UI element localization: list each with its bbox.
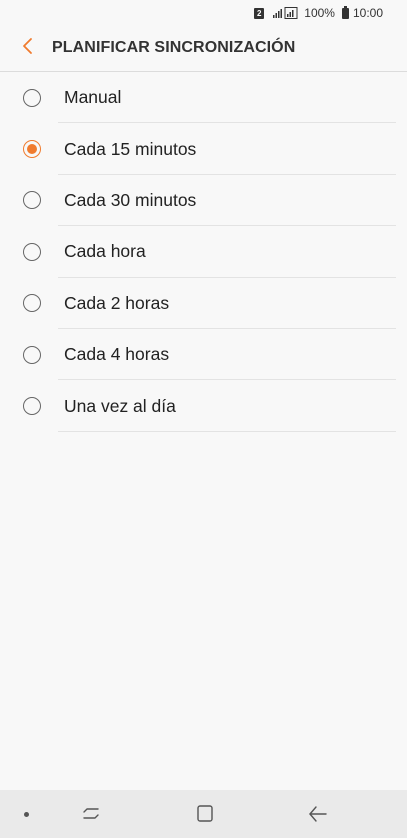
option-once-a-day[interactable]: Una vez al día [0, 380, 407, 432]
option-label: Manual [64, 87, 122, 108]
signal-icon [272, 7, 300, 19]
radio-button[interactable] [23, 88, 41, 107]
status-bar: 2 100% 10:00 [0, 0, 407, 26]
chevron-left-icon [22, 37, 34, 60]
navigation-bar [0, 790, 407, 838]
clock: 10:00 [352, 6, 383, 20]
option-every-2-hours[interactable]: Cada 2 horas [0, 278, 407, 329]
back-arrow-icon[interactable] [306, 804, 330, 824]
radio-button[interactable] [23, 397, 41, 416]
radio-button[interactable] [23, 294, 41, 313]
divider [58, 430, 396, 432]
option-label: Cada 15 minutos [64, 138, 197, 159]
option-every-15-minutes[interactable]: Cada 15 minutos [0, 123, 407, 175]
dot-icon[interactable] [24, 812, 29, 817]
option-label: Una vez al día [64, 395, 176, 416]
option-manual[interactable]: Manual [0, 72, 407, 124]
sync-option-list: Manual Cada 15 minutos Cada 30 minutos C… [0, 72, 407, 432]
page-title: PLANIFICAR SINCRONIZACIÓN [52, 39, 296, 56]
option-label: Cada 4 horas [64, 344, 170, 365]
back-button[interactable] [4, 26, 52, 70]
radio-button[interactable] [23, 345, 41, 364]
option-label: Cada 2 horas [64, 292, 170, 313]
radio-button[interactable] [23, 242, 41, 261]
battery-percent: 100% [304, 6, 335, 20]
radio-button[interactable] [23, 191, 41, 210]
sim-badge: 2 [254, 7, 265, 19]
recents-icon[interactable] [80, 804, 102, 824]
option-label: Cada 30 minutos [64, 189, 197, 210]
battery-icon [341, 5, 349, 19]
option-every-hour[interactable]: Cada hora [0, 226, 407, 278]
app-header: PLANIFICAR SINCRONIZACIÓN [0, 26, 407, 70]
option-label: Cada hora [64, 241, 146, 262]
home-icon[interactable] [194, 804, 216, 824]
radio-button-selected[interactable] [23, 140, 41, 159]
option-every-4-hours[interactable]: Cada 4 horas [0, 329, 407, 381]
radio-dot [27, 144, 37, 155]
option-every-30-minutes[interactable]: Cada 30 minutos [0, 175, 407, 227]
